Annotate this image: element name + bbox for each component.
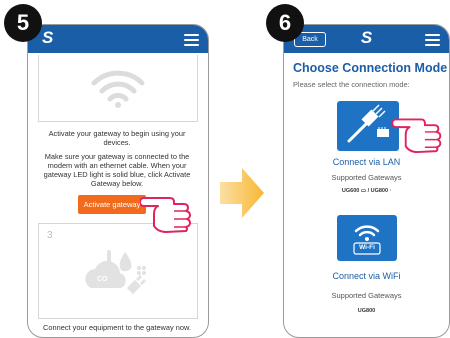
activate-gateway-button[interactable]: Activate gateway [78,195,146,214]
app-header: S [28,25,208,53]
connect-via-lan-link[interactable]: Connect via LAN [284,157,449,167]
app-logo: S [360,28,373,47]
lan-supported-models: UG600 ▭ / UG800 ∙ [341,188,392,194]
left-phone-frame: S Activate your gateway to begin using y… [27,24,209,338]
step-6-badge: 6 [266,4,304,42]
page-subtitle: Please select the connection mode: [293,80,410,89]
connect-via-wifi-link[interactable]: Connect via WiFi [284,271,449,281]
app-logo: S [42,28,54,47]
ethernet-cable-icon [347,104,389,143]
pointing-hand-icon [140,197,191,233]
next-step-arrow-icon [220,168,264,218]
step-5-badge: 5 [4,4,42,42]
card-number: 3 [47,230,53,241]
wifi-supported-gateways-label: Supported Gateways [331,291,402,300]
hamburger-menu-icon[interactable] [184,34,199,49]
activate-prompt-text: Activate your gateway to begin using you… [48,129,186,147]
gateway-card [38,55,198,122]
lan-supported-gateways-label: Supported Gateways [331,173,402,182]
wifi-supported-models: UG800 [357,308,376,314]
pointing-hand-icon [392,118,442,154]
hamburger-menu-icon[interactable] [425,34,440,49]
wifi-tile-text: Wi-Fi [359,244,375,251]
right-phone-frame: Back S Choose Connection Mode Please sel… [283,24,450,338]
lan-option-tile[interactable] [337,101,399,151]
page-title: Choose Connection Mode [293,61,448,75]
connect-equipment-text: Connect your equipment to the gateway no… [43,323,191,332]
wifi-icon [353,225,381,255]
ethernet-instruction-text: Make sure your gateway is connected to t… [43,152,191,188]
wifi-option-tile[interactable]: Wi-Fi [337,215,397,261]
wifi-icon [91,70,145,108]
equipment-card: 3 CO [38,223,198,319]
app-header: Back S [284,25,449,53]
sensors-icon [85,250,147,295]
co-badge: CO [97,276,108,283]
